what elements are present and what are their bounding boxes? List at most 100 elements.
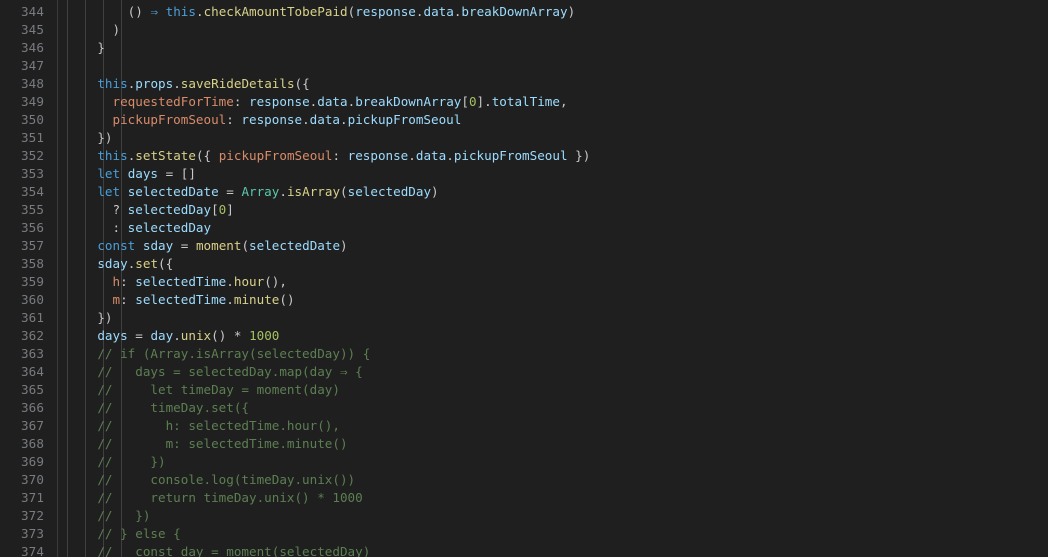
code-token-punc: ) [567, 4, 576, 19]
code-token-prop: sday [97, 256, 128, 271]
code-line[interactable]: // timeDay.set({ [58, 399, 1048, 417]
code-line[interactable]: let selectedDate = Array.isArray(selecte… [58, 183, 1048, 201]
code-line[interactable]: pickupFromSeoul: response.data.pickupFro… [58, 111, 1048, 129]
code-token-prop: response [347, 148, 409, 163]
code-token-punc: . [226, 274, 234, 289]
code-token-prop: selectedDay [127, 202, 212, 217]
code-line[interactable]: // }) [58, 453, 1048, 471]
code-token-prop: days [97, 328, 128, 343]
code-line[interactable]: sday.set({ [58, 255, 1048, 273]
line-number-list: 344 345 346 347 348 349 350 351 352 353 354 355 356 3… [0, 3, 58, 557]
line-number[interactable]: 346 [0, 39, 58, 57]
code-token-punc: () [279, 292, 295, 307]
code-line[interactable]: // if (Array.isArray(selectedDay)) { [58, 345, 1048, 363]
code-line[interactable]: // let timeDay = moment(day) [58, 381, 1048, 399]
code-line[interactable]: this.props.saveRideDetails({ [58, 75, 1048, 93]
code-token-punc: . [279, 184, 287, 199]
code-token-prop: data [309, 112, 341, 127]
line-number[interactable]: 369 [0, 453, 58, 471]
code-line[interactable] [58, 57, 1048, 75]
code-token-num: 0 [468, 94, 477, 109]
line-number[interactable]: 367 [0, 417, 58, 435]
line-number[interactable]: 365 [0, 381, 58, 399]
code-line[interactable]: : selectedDay [58, 219, 1048, 237]
code-token-key: pickupFromSeoul [218, 148, 333, 163]
line-number[interactable]: 347 [0, 57, 58, 75]
line-number[interactable]: 366 [0, 399, 58, 417]
code-line[interactable]: // m: selectedTime.minute() [58, 435, 1048, 453]
code-line[interactable]: ? selectedDay[0] [58, 201, 1048, 219]
line-number[interactable]: 359 [0, 273, 58, 291]
line-number[interactable]: 345 [0, 21, 58, 39]
line-number[interactable]: 358 [0, 255, 58, 273]
code-token-prop: props [135, 76, 174, 91]
line-number[interactable]: 353 [0, 165, 58, 183]
code-line[interactable]: } [58, 39, 1048, 57]
code-line[interactable]: // return timeDay.unix() * 1000 [58, 489, 1048, 507]
code-editor[interactable]: 344 345 346 347 348 349 350 351 352 353 354 355 356 3… [0, 0, 1048, 557]
line-number[interactable]: 374 [0, 543, 58, 557]
line-number[interactable]: 360 [0, 291, 58, 309]
line-number[interactable]: 355 [0, 201, 58, 219]
code-token-key: pickupFromSeoul [112, 112, 227, 127]
code-line[interactable]: // days = selectedDay.map(day ⇒ { [58, 363, 1048, 381]
code-token-punc: [ [211, 202, 219, 217]
code-line[interactable]: requestedForTime: response.data.breakDow… [58, 93, 1048, 111]
line-number[interactable]: 370 [0, 471, 58, 489]
line-number[interactable]: 362 [0, 327, 58, 345]
line-number[interactable]: 364 [0, 363, 58, 381]
code-line[interactable]: let days = [] [58, 165, 1048, 183]
code-line[interactable]: const sday = moment(selectedDate) [58, 237, 1048, 255]
line-number[interactable]: 363 [0, 345, 58, 363]
code-line[interactable]: ) [58, 21, 1048, 39]
code-token-func: setState [135, 148, 196, 163]
code-line[interactable]: // h: selectedTime.hour(), [58, 417, 1048, 435]
code-token-prop: response [249, 94, 310, 109]
line-number[interactable]: 352 [0, 147, 58, 165]
code-token-punc: ) [112, 22, 121, 37]
code-token-punc: : [226, 112, 242, 127]
code-token-prop: days [127, 166, 159, 181]
code-token-punc: . [340, 112, 348, 127]
code-line[interactable]: m: selectedTime.minute() [58, 291, 1048, 309]
code-line[interactable]: () ⇒ this.checkAmountTobePaid(response.d… [58, 3, 1048, 21]
line-number[interactable]: 371 [0, 489, 58, 507]
line-number[interactable]: 368 [0, 435, 58, 453]
code-token-punc: () [211, 328, 234, 343]
line-number[interactable]: 349 [0, 93, 58, 111]
code-line[interactable]: // }) [58, 507, 1048, 525]
line-number[interactable]: 351 [0, 129, 58, 147]
code-token-comment: // days = selectedDay.map(day ⇒ { [97, 364, 363, 379]
code-token-prop: selectedDay [347, 184, 432, 199]
code-line[interactable]: // console.log(timeDay.unix()) [58, 471, 1048, 489]
line-number[interactable]: 372 [0, 507, 58, 525]
code-line[interactable]: // } else { [58, 525, 1048, 543]
line-number[interactable]: 350 [0, 111, 58, 129]
line-number[interactable]: 357 [0, 237, 58, 255]
code-token-comment: // }) [97, 508, 151, 523]
code-content-area[interactable]: () ⇒ this.checkAmountTobePaid(response.d… [58, 0, 1048, 557]
code-token-punc: . [173, 328, 181, 343]
line-number[interactable]: 373 [0, 525, 58, 543]
line-number[interactable]: 354 [0, 183, 58, 201]
code-line[interactable]: }) [58, 129, 1048, 147]
code-line[interactable]: this. setState({ pickupFromSeoul: respons… [58, 147, 1048, 165]
code-token-punc: }) [567, 148, 591, 163]
code-line[interactable]: // const day = moment(selectedDay) [58, 543, 1048, 557]
code-line[interactable]: }) [58, 309, 1048, 327]
line-number-gutter[interactable]: 344 345 346 347 348 349 350 351 352 353 354 355 356 3… [0, 0, 58, 557]
code-line[interactable]: days = day.unix() * 1000 [58, 327, 1048, 345]
line-number[interactable]: 356 [0, 219, 58, 237]
code-token-prop: selectedTime [135, 292, 227, 307]
code-line[interactable]: h: selectedTime.hour(), [58, 273, 1048, 291]
line-number[interactable]: 348 [0, 75, 58, 93]
line-number[interactable]: 361 [0, 309, 58, 327]
code-token-punc: , [559, 94, 568, 109]
line-number[interactable]: 344 [0, 3, 58, 21]
